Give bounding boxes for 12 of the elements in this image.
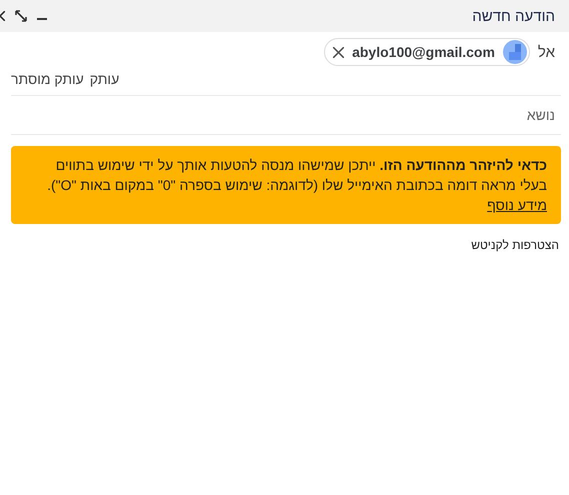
expand-icon[interactable] [15, 10, 27, 22]
warning-text: כדאי להיזהר מההודעה הזו. ייתכן שמישהו מנסה להטעות אותך על ידי שימוש בתווים בעלי מראה דומה בכתובת האימייל שלו (לדוגמה: שימוש בספרה "0" במקום באות "O"). מידע נוסף [47, 157, 547, 213]
message-body[interactable]: הצטרפות לקניטש [11, 224, 561, 252]
window-title: הודעה חדשה [472, 8, 555, 24]
learn-more-link[interactable]: מידע נוסף [487, 197, 547, 213]
remove-icon[interactable] [333, 46, 344, 58]
to-label: אל [538, 44, 555, 60]
recipient-email: abylo100@gmail.com [352, 44, 495, 60]
cc-link[interactable]: עותק מוסתר [11, 71, 84, 87]
recipient-chip[interactable]: abylo100@gmail.com [324, 38, 530, 66]
avatar-icon [502, 40, 527, 64]
cc-link[interactable]: עותק [90, 71, 120, 87]
